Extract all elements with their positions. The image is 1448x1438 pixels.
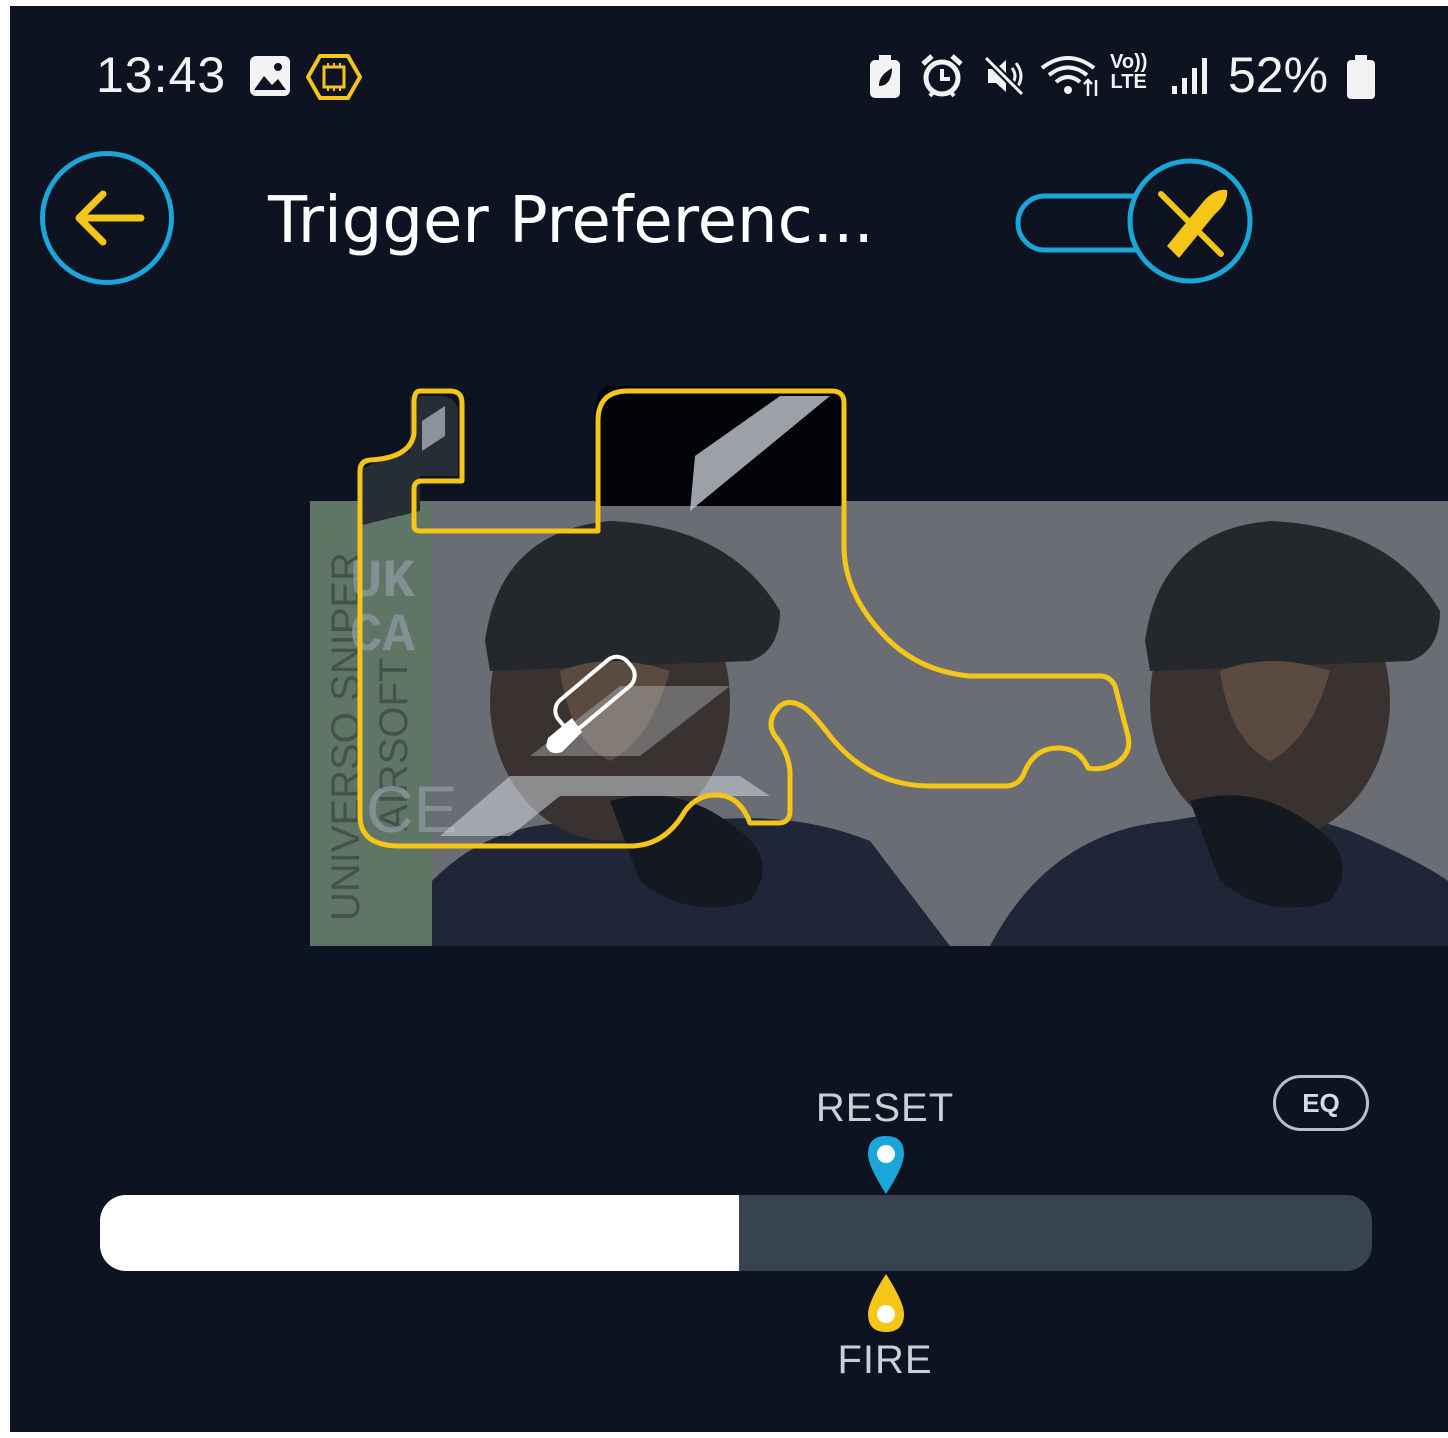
signal-icon: [1170, 56, 1210, 100]
alarm-icon: [920, 52, 964, 104]
status-time: 13:43: [96, 47, 227, 103]
arrow-left-icon: [75, 190, 145, 246]
slider-fill: [100, 1195, 739, 1271]
reset-label: RESET: [815, 1086, 955, 1130]
gallery-icon: [248, 54, 292, 102]
mute-icon: [982, 54, 1026, 102]
page-title: Trigger Preferenc...: [268, 184, 874, 258]
battery-percent: 52%: [1228, 47, 1329, 103]
eq-button[interactable]: EQ: [1273, 1075, 1369, 1131]
mode-toggle[interactable]: [1015, 154, 1255, 284]
volte-top-label: Vo)): [1110, 51, 1148, 73]
status-bar: 13:43 Vo)) LTE 52%: [10, 6, 1448, 146]
fire-label: FIRE: [837, 1338, 933, 1382]
map-pin-icon: [868, 1136, 905, 1194]
battery-saver-icon: [868, 54, 902, 104]
reset-point-marker[interactable]: [866, 1134, 906, 1200]
chip-icon: [305, 52, 363, 106]
trigger-outline-graphic: [357, 386, 1132, 849]
volte-icon: Vo)) LTE: [1110, 52, 1147, 92]
drop-pin-icon: [868, 1274, 905, 1332]
battery-icon: [1346, 54, 1376, 104]
wifi-icon: [1040, 54, 1102, 102]
app-screen: 13:43 Vo)) LTE 52% Trigger Preferenc... …: [10, 6, 1448, 1432]
back-button[interactable]: [40, 151, 174, 285]
volte-bottom-label: LTE: [1110, 71, 1147, 93]
header-bar: Trigger Preferenc...: [10, 146, 1448, 296]
trigger-travel-slider[interactable]: [100, 1195, 1372, 1271]
fire-point-marker[interactable]: [866, 1272, 906, 1338]
